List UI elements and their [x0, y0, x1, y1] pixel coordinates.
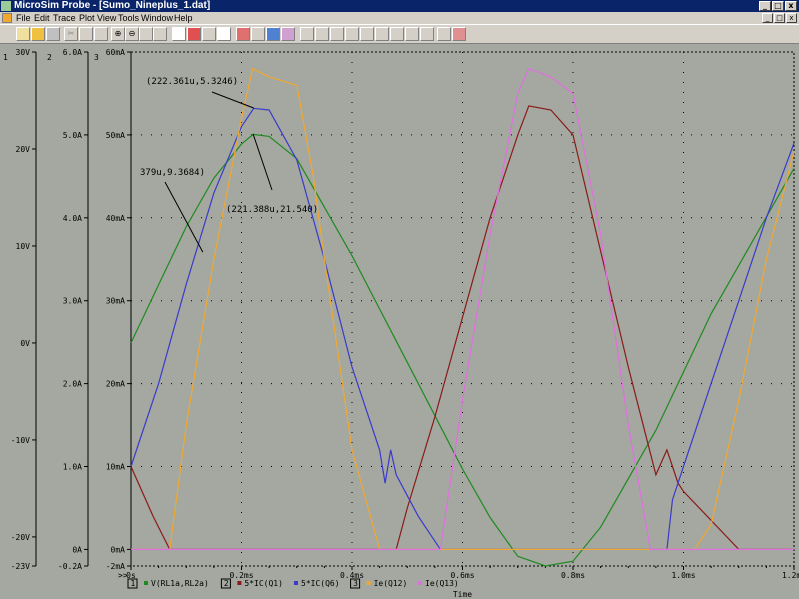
y-tick-label: 20V: [16, 145, 31, 154]
y-tick-label: 4.0A: [63, 214, 82, 223]
y-tick-label: 1.0A: [63, 463, 82, 472]
y-tick-label: -2mA: [106, 562, 125, 571]
legend: 1 V(RL1a,RL2a) 2 5*IC(Q1) 5*IC(Q6) 3 Ie(Q12) Ie…: [127, 578, 459, 589]
legend-label: Ie(Q12): [374, 579, 408, 588]
plot-frame: [130, 51, 795, 567]
y-tick-label: 5.0A: [63, 131, 82, 140]
y-tick-label: 2.0A: [63, 380, 82, 389]
legend-swatch: [418, 581, 422, 585]
y-tick-label: 10mA: [106, 463, 125, 472]
y-tick-label: -10V: [11, 436, 30, 445]
y-tick-label: -20V: [11, 533, 30, 542]
y-tick-label: 6.0A: [63, 48, 82, 57]
legend-label: 5*IC(Q1): [244, 579, 283, 588]
y-tick-label: -0.2A: [58, 562, 82, 571]
x-axis-label: Time: [453, 590, 472, 599]
y-axis-1-id: 1: [3, 53, 8, 62]
legend-axis-box-label: 3: [353, 579, 358, 588]
series-group: [130, 67, 795, 567]
y-tick-label: 10V: [16, 242, 31, 251]
y-tick-label: 30V: [16, 48, 31, 57]
legend-axis-box-label: 2: [224, 579, 229, 588]
y-tick-label: 20mA: [106, 380, 125, 389]
legend-swatch: [366, 581, 371, 585]
legend-label: V(RL1a,RL2a): [151, 579, 209, 588]
annotation-label: (222.361u,5.3246): [146, 77, 238, 87]
probe-chart[interactable]: 0s0.2ms0.4ms0.6ms0.8ms1.0ms1.2msTime130V…: [0, 0, 799, 599]
series-line-4: [131, 67, 795, 551]
scroll-marker: >>: [118, 571, 128, 580]
y-tick-label: 30mA: [106, 297, 125, 306]
series-line-1: [130, 133, 795, 567]
y-tick-label: 0mA: [111, 545, 126, 554]
legend-swatch: [237, 581, 242, 585]
legend-swatch: [294, 581, 298, 585]
annotation-label: (221.388u,21.540): [226, 205, 318, 215]
axes: 0s0.2ms0.4ms0.6ms0.8ms1.0ms1.2msTime130V…: [3, 48, 799, 599]
series-line-5: [131, 67, 794, 551]
grid: [130, 51, 795, 567]
y-tick-label: 3.0A: [63, 297, 82, 306]
legend-label: 5*IC(Q6): [301, 579, 340, 588]
legend-swatch: [144, 581, 148, 585]
annotation-arrow: [252, 133, 273, 191]
x-tick-label: 0.8ms: [561, 571, 585, 580]
legend-label: Ie(Q13): [425, 579, 459, 588]
x-tick-label: 1.0ms: [671, 571, 695, 580]
y-tick-label: 60mA: [106, 48, 125, 57]
y-tick-label: 50mA: [106, 131, 125, 140]
y-tick-label: 40mA: [106, 214, 125, 223]
y-axis-3-id: 3: [94, 53, 99, 62]
annotations: (222.361u,5.3246) (221.388u,21.540) 379u,9…: [140, 77, 318, 253]
y-tick-label: 0V: [20, 339, 30, 348]
y-tick-label: 0A: [72, 545, 82, 554]
y-tick-label: -23V: [11, 562, 30, 571]
x-tick-label: 1.2ms: [782, 571, 799, 580]
annotation-label: 379u,9.3684): [140, 168, 205, 178]
legend-axis-box-label: 1: [131, 579, 136, 588]
y-axis-2-id: 2: [47, 53, 52, 62]
annotation-arrow: [164, 181, 204, 253]
